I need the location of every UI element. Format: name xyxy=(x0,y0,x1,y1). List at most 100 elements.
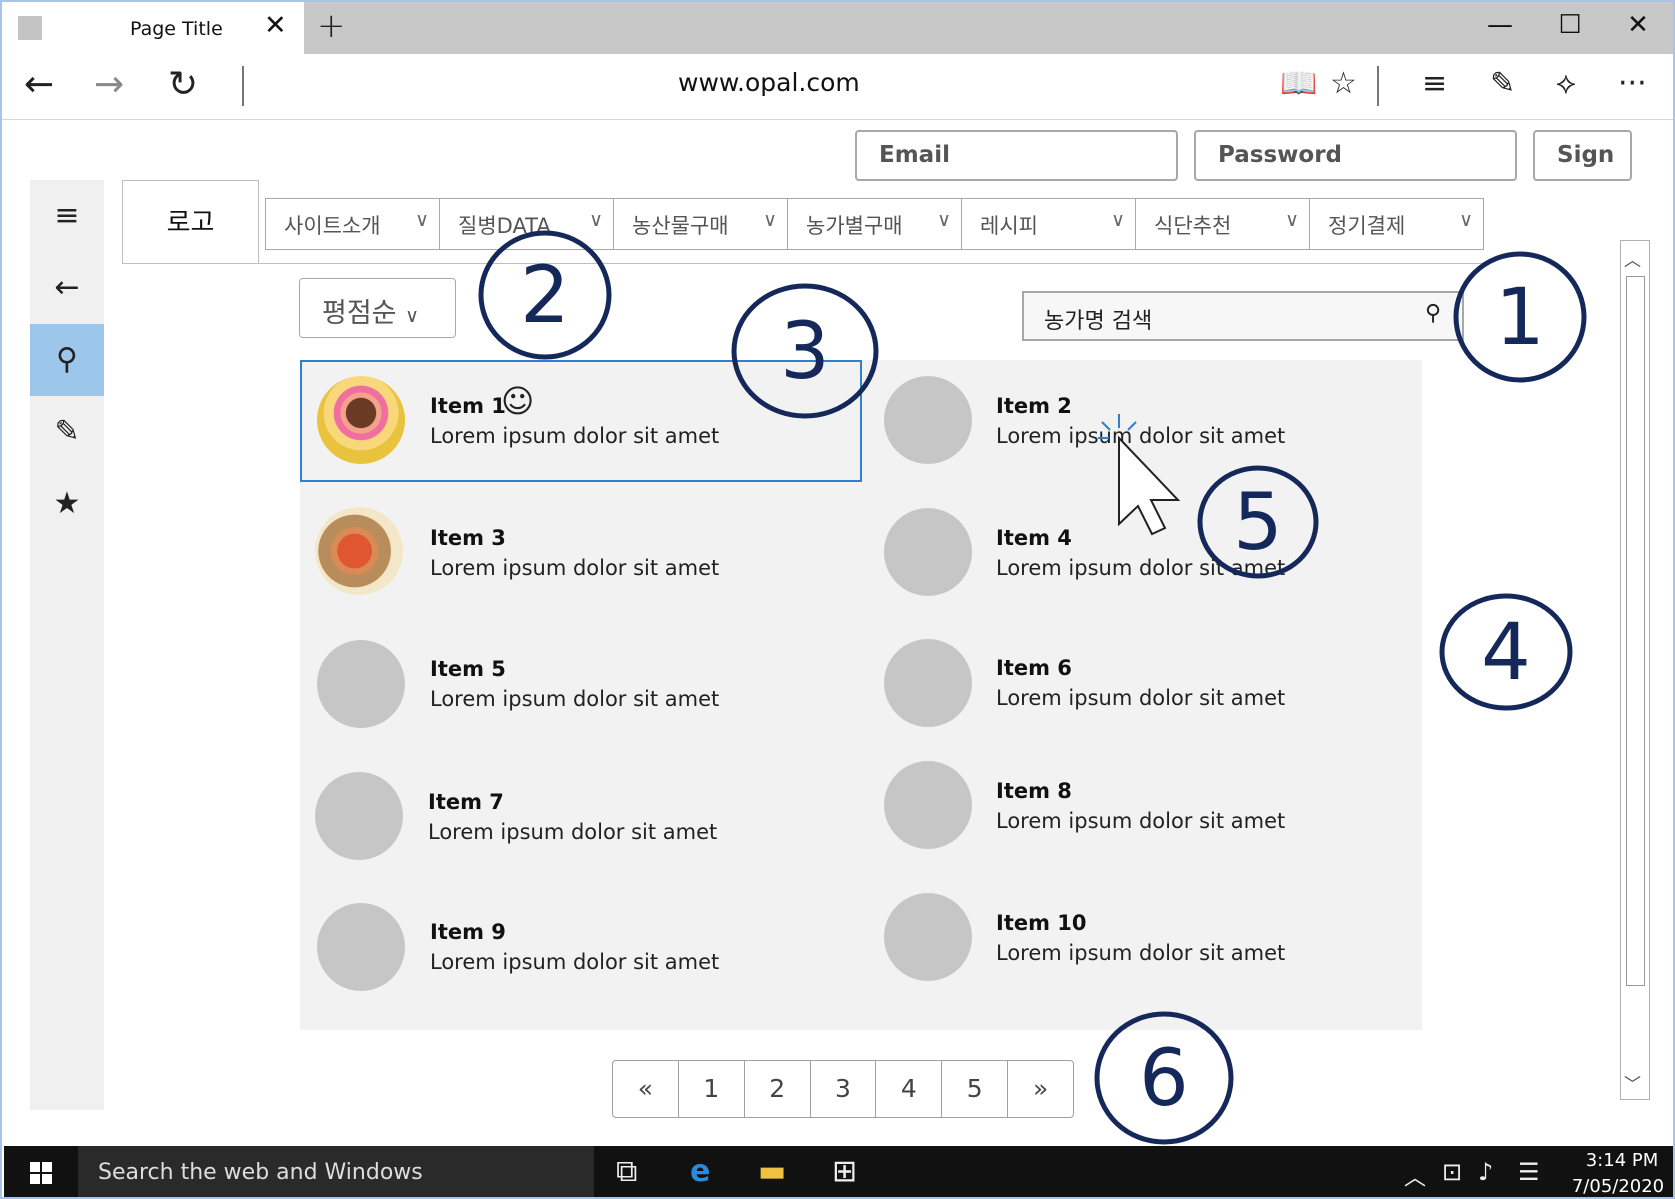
menu-label: 레시피 xyxy=(980,214,1038,238)
page-5-button[interactable]: 5 xyxy=(942,1061,1009,1117)
annotation-circle-2 xyxy=(478,230,612,360)
hub-icon[interactable]: ≡ xyxy=(1422,66,1447,101)
item-desc: Lorem ipsum dolor sit amet xyxy=(430,687,720,711)
close-tab-icon[interactable]: ✕ xyxy=(264,10,287,41)
close-window-icon[interactable]: ✕ xyxy=(1618,10,1658,40)
sidebar-back-icon[interactable]: ← xyxy=(30,252,104,324)
avatar xyxy=(315,507,403,595)
password-field[interactable]: Password xyxy=(1194,130,1517,181)
menu-subscription[interactable]: 정기결제 ∨ xyxy=(1309,198,1484,250)
share-icon[interactable]: ⟡ xyxy=(1556,66,1576,101)
avatar xyxy=(315,772,403,860)
chevron-down-icon: ∨ xyxy=(405,305,420,327)
menu-produce-purchase[interactable]: 농산물구매 ∨ xyxy=(613,198,788,250)
page-prev-button[interactable]: « xyxy=(613,1061,679,1117)
item-title: Item 10 xyxy=(996,911,1087,935)
site-logo[interactable]: 로고 xyxy=(122,180,259,264)
farm-search-input[interactable]: 농가명 검색 xyxy=(1022,291,1464,341)
menu-disease-data[interactable]: 질병DATA ∨ xyxy=(439,198,614,250)
back-icon[interactable]: ← xyxy=(24,64,54,105)
item-desc: Lorem ipsum dolor sit amet xyxy=(430,556,720,580)
scroll-up-icon[interactable]: ︿ xyxy=(1624,246,1641,271)
avatar xyxy=(884,508,972,596)
more-icon[interactable]: ··· xyxy=(1618,66,1647,101)
selected-item-outline[interactable] xyxy=(300,360,862,482)
start-button[interactable] xyxy=(4,1146,78,1197)
pagination: « 1 2 3 4 5 » xyxy=(612,1060,1074,1118)
annotation-number: 2 xyxy=(520,251,570,341)
chevron-down-icon: ∨ xyxy=(1459,209,1473,231)
menu-label: 농산물구매 xyxy=(632,214,729,238)
chevron-down-icon: ∨ xyxy=(937,209,951,231)
chevron-down-icon: ∨ xyxy=(589,209,603,231)
page-1-button[interactable]: 1 xyxy=(679,1061,745,1117)
page-next-button[interactable]: » xyxy=(1008,1061,1073,1117)
item-desc: Lorem ipsum dolor sit amet xyxy=(996,424,1286,448)
clock-date[interactable]: 7/05/2020 xyxy=(1568,1176,1668,1197)
star-icon[interactable]: ★ xyxy=(30,468,104,540)
edge-browser-icon[interactable]: e xyxy=(690,1154,710,1189)
pencil-icon[interactable]: ✎ xyxy=(30,396,104,468)
page-4-button[interactable]: 4 xyxy=(876,1061,943,1117)
menu-site-intro[interactable]: 사이트소개 ∨ xyxy=(265,198,440,250)
annotation-number: 1 xyxy=(1495,273,1545,363)
menu-label: 정기결제 xyxy=(1328,214,1406,238)
annotation-number: 6 xyxy=(1139,1034,1189,1124)
page-2-button[interactable]: 2 xyxy=(745,1061,811,1117)
network-icon[interactable]: ⊡ xyxy=(1442,1158,1462,1186)
annotation-number: 4 xyxy=(1481,608,1531,698)
favicon-icon xyxy=(18,16,42,40)
taskbar-search-input[interactable]: Search the web and Windows xyxy=(78,1146,594,1197)
avatar xyxy=(884,639,972,727)
user-icon[interactable]: ⚲ xyxy=(30,324,104,396)
new-tab-icon[interactable]: + xyxy=(317,6,346,46)
favorite-star-icon[interactable]: ☆ xyxy=(1330,66,1357,101)
item-title: Item 8 xyxy=(996,779,1072,803)
item-title: Item 7 xyxy=(428,790,504,814)
store-icon[interactable]: ⊞ xyxy=(832,1154,857,1189)
url-field[interactable]: www.opal.com xyxy=(678,68,860,97)
tab-title: Page Title xyxy=(130,18,223,40)
search-icon[interactable]: ⚲ xyxy=(1425,301,1441,326)
item-desc: Lorem ipsum dolor sit amet xyxy=(430,950,720,974)
annotation-circle-1 xyxy=(1453,251,1587,383)
avatar xyxy=(884,761,972,849)
notification-icon[interactable]: ☰ xyxy=(1518,1158,1540,1186)
item-desc: Lorem ipsum dolor sit amet xyxy=(428,820,718,844)
task-view-icon[interactable]: ⧉ xyxy=(616,1154,637,1189)
file-explorer-icon[interactable]: ▬ xyxy=(758,1154,786,1189)
menu-recipe[interactable]: 레시피 ∨ xyxy=(961,198,1136,250)
sign-button[interactable]: Sign xyxy=(1533,130,1632,181)
maximize-icon[interactable]: ☐ xyxy=(1550,10,1590,40)
avatar xyxy=(884,893,972,981)
refresh-icon[interactable]: ↻ xyxy=(168,64,198,105)
item-title: Item 4 xyxy=(996,526,1072,550)
item-title: Item 3 xyxy=(430,526,506,550)
forward-icon[interactable]: → xyxy=(94,64,124,105)
annotation-circle-4 xyxy=(1439,593,1573,711)
sort-dropdown[interactable]: 평점순 ∨ xyxy=(299,278,456,338)
minimize-icon[interactable]: — xyxy=(1480,10,1520,40)
page-3-button[interactable]: 3 xyxy=(811,1061,877,1117)
hamburger-menu-icon[interactable]: ≡ xyxy=(30,180,104,252)
volume-icon[interactable]: ♪ xyxy=(1478,1158,1493,1186)
sort-label: 평점순 xyxy=(322,298,397,329)
reading-view-icon[interactable]: 📖 xyxy=(1280,66,1317,101)
nav-divider xyxy=(122,263,1487,264)
item-desc: Lorem ipsum dolor sit amet xyxy=(996,941,1286,965)
avatar xyxy=(317,640,405,728)
divider xyxy=(242,66,244,106)
browser-window: Page Title ✕ + — ☐ ✕ ← → ↻ www.opal.com … xyxy=(0,0,1675,1199)
menu-label: 식단추천 xyxy=(1154,214,1232,238)
chevron-down-icon: ∨ xyxy=(1285,209,1299,231)
menu-diet-recommend[interactable]: 식단추천 ∨ xyxy=(1135,198,1310,250)
web-note-icon[interactable]: ✎ xyxy=(1490,66,1515,101)
menu-farm-purchase[interactable]: 농가별구매 ∨ xyxy=(787,198,962,250)
chevron-up-icon[interactable]: ︿ xyxy=(1404,1160,1426,1192)
divider xyxy=(1377,66,1379,106)
clock-time[interactable]: 3:14 PM xyxy=(1582,1150,1662,1171)
scrollbar-thumb[interactable] xyxy=(1626,276,1645,986)
email-field[interactable]: Email xyxy=(855,130,1178,181)
item-desc: Lorem ipsum dolor sit amet xyxy=(996,556,1286,580)
scroll-down-icon[interactable]: ﹀ xyxy=(1624,1070,1641,1095)
